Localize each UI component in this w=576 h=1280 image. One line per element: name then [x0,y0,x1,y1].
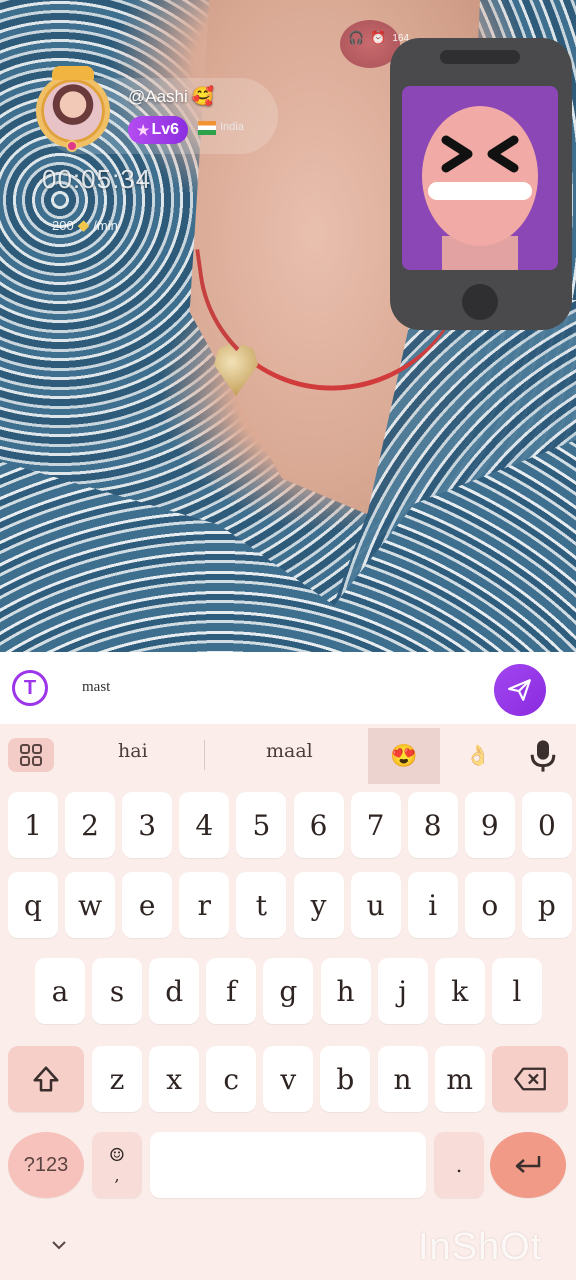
send-icon [508,679,531,701]
screen: 🎧 ⏰ 1 64 @Aashi 🥰 ★ Lv6 India 00:05:34 200… [0,0,576,1280]
star-icon: ★ [136,121,150,138]
key-e[interactable]: e [122,872,173,938]
key-6[interactable]: 6 [293,792,344,858]
key-m[interactable]: m [434,1046,485,1112]
microphone-icon[interactable] [528,738,558,774]
key-j[interactable]: j [377,958,428,1024]
live-video[interactable]: 🎧 ⏰ 164 @Aashi 🥰 ★ Lv6 India 00:05:34 200… [0,0,576,652]
chat-input-bar: T mast [0,652,576,724]
key-c[interactable]: c [206,1046,257,1112]
key-0[interactable]: 0 [521,792,572,858]
gem-icon [66,140,78,152]
enter-key[interactable] [490,1132,566,1198]
key-9[interactable]: 9 [464,792,515,858]
india-flag-icon [198,121,216,135]
key-q[interactable]: q [8,872,58,938]
key-r[interactable]: r [179,872,230,938]
key-x[interactable]: x [149,1046,200,1112]
key-1[interactable]: 1 [8,792,58,858]
key-5[interactable]: 5 [236,792,287,858]
backspace-icon [514,1067,546,1091]
key-v[interactable]: v [263,1046,314,1112]
key-4[interactable]: 4 [179,792,230,858]
suggestion-divider [204,740,205,770]
phone-sticker-icon [390,38,572,330]
key-i[interactable]: i [407,872,458,938]
alarm-icon: ⏰ [370,30,387,45]
suggestion-1[interactable]: hai [118,740,148,762]
level-text: Lv6 [151,121,180,138]
key-f[interactable]: f [206,958,257,1024]
call-timer: 00:05:34 [42,164,152,194]
shift-key[interactable] [8,1046,84,1112]
keyboard: hai maal 😍 👌 1234567890 qwertyuiop asdfg… [0,724,576,1280]
emoji-key[interactable]: ☺ , [92,1132,142,1198]
key-b[interactable]: b [320,1046,371,1112]
streamer-username: @Aashi 🥰 [128,86,214,107]
chat-input[interactable]: mast [82,679,110,696]
key-h[interactable]: h [320,958,371,1024]
key-y[interactable]: y [293,872,344,938]
suggestion-2[interactable]: maal [266,740,313,762]
key-u[interactable]: u [350,872,401,938]
coin-amount: 200 [52,217,74,233]
inshot-watermark: InShOt [418,1226,543,1268]
key-g[interactable]: g [263,958,314,1024]
key-8[interactable]: 8 [407,792,458,858]
enter-icon [515,1156,541,1173]
key-2[interactable]: 2 [65,792,116,858]
key-l[interactable]: l [491,958,542,1024]
send-button[interactable] [494,664,546,716]
key-3[interactable]: 3 [122,792,173,858]
username-emoji: 🥰 [191,86,215,106]
key-o[interactable]: o [464,872,515,938]
coin-unit: /min [93,217,118,233]
headset-icon: 🎧 [348,30,365,45]
key-7[interactable]: 7 [350,792,401,858]
key-t[interactable]: t [236,872,287,938]
chevron-down-icon[interactable] [50,1236,68,1254]
crown-icon [52,66,94,80]
translate-icon[interactable]: T [12,670,48,706]
coin-icon: ◆ [77,217,90,234]
space-bar[interactable] [150,1132,426,1198]
comma-label: , [114,1166,120,1185]
key-s[interactable]: s [92,958,143,1024]
key-w[interactable]: w [65,872,116,938]
key-p[interactable]: p [521,872,572,938]
shift-icon [33,1066,59,1092]
emoji-suggestion-2[interactable]: 👌 [462,738,494,772]
key-k[interactable]: k [434,958,485,1024]
key-n[interactable]: n [377,1046,428,1112]
period-key[interactable]: . [434,1132,484,1198]
apps-grid-icon[interactable] [8,738,54,772]
level-badge: ★ Lv6 [128,116,188,144]
key-a[interactable]: a [35,958,85,1024]
key-z[interactable]: z [92,1046,142,1112]
suggestion-bar: hai maal 😍 👌 [0,724,576,786]
streamer-avatar[interactable] [36,74,110,148]
symbols-key[interactable]: ?123 [8,1132,84,1198]
key-d[interactable]: d [149,958,200,1024]
username-text: @Aashi [128,87,188,106]
country-label: India [220,121,244,133]
backspace-key[interactable] [492,1046,568,1112]
coin-rate: 200 ◆ /min [52,216,118,234]
smiley-icon: ☺ [108,1145,126,1166]
emoji-suggestion-1[interactable]: 😍 [368,728,440,784]
